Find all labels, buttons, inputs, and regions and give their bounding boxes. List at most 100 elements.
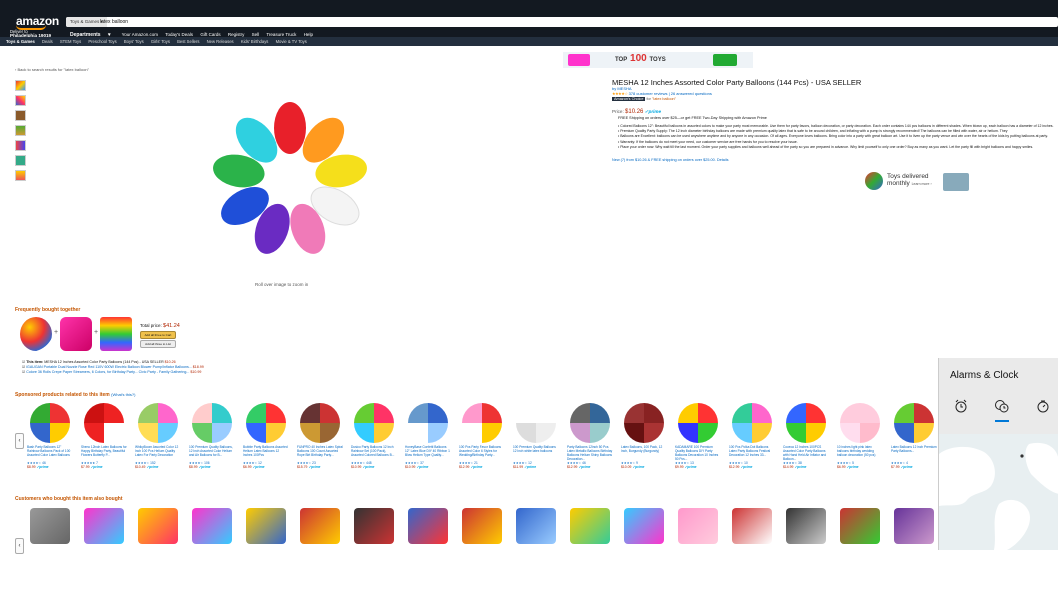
product-card[interactable] [513,508,559,544]
amazon-logo[interactable]: amazon [16,14,59,30]
add-all-to-cart-button[interactable]: Add all three to Cart [140,331,176,339]
product-image[interactable] [624,508,664,544]
carousel-prev-button[interactable]: ‹ [15,433,24,449]
product-image[interactable] [516,508,556,544]
product-card[interactable]: 100 Premium Quality Balloons, 12 Inch As… [189,403,235,469]
subnav-item[interactable]: New Releases [207,39,234,44]
product-card[interactable] [675,508,721,544]
world-clock-icon[interactable] [994,398,1010,414]
product-image[interactable] [894,403,934,443]
product-card[interactable]: Coceca 12 Inches 100PCS Assorted Color P… [783,403,829,469]
product-image[interactable] [408,508,448,544]
product-image[interactable] [354,508,394,544]
thumbnail-image[interactable] [15,155,26,166]
thumbnail-image[interactable] [15,80,26,91]
product-card[interactable]: HoneyBase Confetti Balloons 12" Latex Bl… [405,403,451,469]
product-card[interactable] [567,508,613,544]
product-card[interactable] [27,508,73,544]
thumbnail-image[interactable] [15,110,26,121]
product-card[interactable]: Latex Balloons 12 inch Premium Party Bal… [891,403,937,469]
product-card[interactable] [135,508,181,544]
fbt-item-image[interactable] [60,317,92,351]
product-card[interactable] [81,508,127,544]
subnav-item[interactable]: STEM Toys [60,39,81,44]
product-card[interactable]: 10 inches light pink latex balloons birt… [837,403,883,469]
timer-icon[interactable] [1035,398,1051,414]
product-card-title[interactable]: HoneyBase Confetti Balloons 12" Latex Bl… [405,445,451,461]
subnav-item[interactable]: Preschool Toys [88,39,116,44]
product-card[interactable]: WhikyBoom Assorted Color 12 Inch 100 Pcs… [135,403,181,469]
thumbnail-image[interactable] [15,170,26,181]
product-image[interactable] [30,508,70,544]
product-image[interactable] [300,403,340,443]
product-card-title[interactable]: Dusico Party Balloons 12 Inch Rainbow Se… [351,445,397,461]
product-card-title[interactable]: Latex Balloons 12 inch Premium Party Bal… [891,445,937,461]
amazons-choice-badge[interactable]: Amazon's Choice [612,97,646,101]
product-card[interactable] [297,508,343,544]
product-image[interactable] [732,403,772,443]
fbt-item-image[interactable] [100,317,132,351]
customer-reviews-link[interactable]: 378 customer reviews [629,91,668,96]
product-card[interactable] [891,508,937,544]
product-card[interactable] [729,508,775,544]
product-image[interactable] [246,508,286,544]
product-card[interactable]: Bubble Party Balloons Assorted Helium La… [243,403,289,469]
product-image[interactable] [894,508,934,544]
product-image[interactable] [570,403,610,443]
product-card[interactable]: KADAMARE 100 Premium Quality Balloons DI… [675,403,721,469]
product-card[interactable] [243,508,289,544]
subnav-item[interactable]: Deals [42,39,53,44]
whats-this-link[interactable]: (What's this?) [111,392,135,397]
main-product-image[interactable] [200,90,380,270]
product-image[interactable] [840,403,880,443]
alarms-clock-window[interactable]: Alarms & Clock [938,358,1058,550]
product-card-title[interactable]: 100 Premium Quality Balloons, 12 Inch As… [189,445,235,461]
product-card-title[interactable]: FUNPRO 40 Inches Latex Spiral Balloons 1… [297,445,343,461]
product-image[interactable] [462,403,502,443]
product-card[interactable] [189,508,235,544]
subnav-item[interactable]: Toys & Games [6,39,35,44]
thumbnail-image[interactable] [15,95,26,106]
product-card-title[interactable]: 100 Premium Quality Balloons 12 Inch whi… [513,445,559,461]
product-image[interactable] [786,508,826,544]
product-image[interactable] [732,508,772,544]
subnav-item[interactable]: Kids' Birthdays [241,39,269,44]
choice-keyword[interactable]: "latex balloon" [652,97,676,101]
thumbnail-image[interactable] [15,125,26,136]
star-rating-icon[interactable]: ★★★★☆ [612,91,628,96]
product-image[interactable] [138,403,178,443]
product-image[interactable] [30,403,70,443]
product-card-title[interactable]: 100 Pcs Polka Dot Balloons Latex Party B… [729,445,775,461]
thumbnail-image[interactable] [15,140,26,151]
top-100-toys-banner[interactable]: TOP 100 TOYS [563,52,753,68]
new-from-link[interactable]: New (7) from $10.26 & FREE shipping on o… [612,158,729,162]
subnav-item[interactable]: Movie & TV Toys [276,39,307,44]
carousel-prev-button[interactable]: ‹ [15,538,24,554]
search-bar[interactable]: Toys & Games ▾ latex balloon [66,17,1058,27]
product-image[interactable] [408,403,448,443]
fbt-item-image[interactable] [20,317,52,351]
product-image[interactable] [624,403,664,443]
toys-delivered-ad[interactable]: Toys delivered monthly Learn more › [863,170,973,194]
product-image[interactable] [570,508,610,544]
product-card[interactable]: 100 Pcs Polka Dot Balloons Latex Party B… [729,403,775,469]
product-image[interactable] [246,403,286,443]
product-card-title[interactable]: 100 Pcs Party Favor Balloons Assorted Co… [459,445,505,461]
product-card[interactable]: Latex Balloons, 100 Pack, 12 Inch, Burgu… [621,403,667,469]
learn-more-link[interactable]: Learn more › [912,182,932,186]
product-card[interactable]: 100 Premium Quality Balloons 12 Inch whi… [513,403,559,469]
subnav-item[interactable]: Best Sellers [177,39,199,44]
product-image[interactable] [678,508,718,544]
product-card[interactable]: 100 Pcs Party Favor Balloons Assorted Co… [459,403,505,469]
search-input[interactable]: latex balloon [100,17,128,27]
subnav-item[interactable]: Girls' Toys [151,39,170,44]
product-image[interactable] [678,403,718,443]
product-image[interactable] [786,403,826,443]
product-card[interactable] [405,508,451,544]
product-card-title[interactable]: KADAMARE 100 Premium Quality Balloons DI… [675,445,721,461]
product-card[interactable]: Bash Party Balloons 12" Rainbow Balloons… [27,403,73,469]
product-card[interactable]: FUNPRO 40 Inches Latex Spiral Balloons 1… [297,403,343,469]
alarm-icon[interactable] [953,398,969,414]
product-image[interactable] [192,403,232,443]
product-card[interactable]: Party Balloons 12inch 50 Pcs Latex Metal… [567,403,613,469]
